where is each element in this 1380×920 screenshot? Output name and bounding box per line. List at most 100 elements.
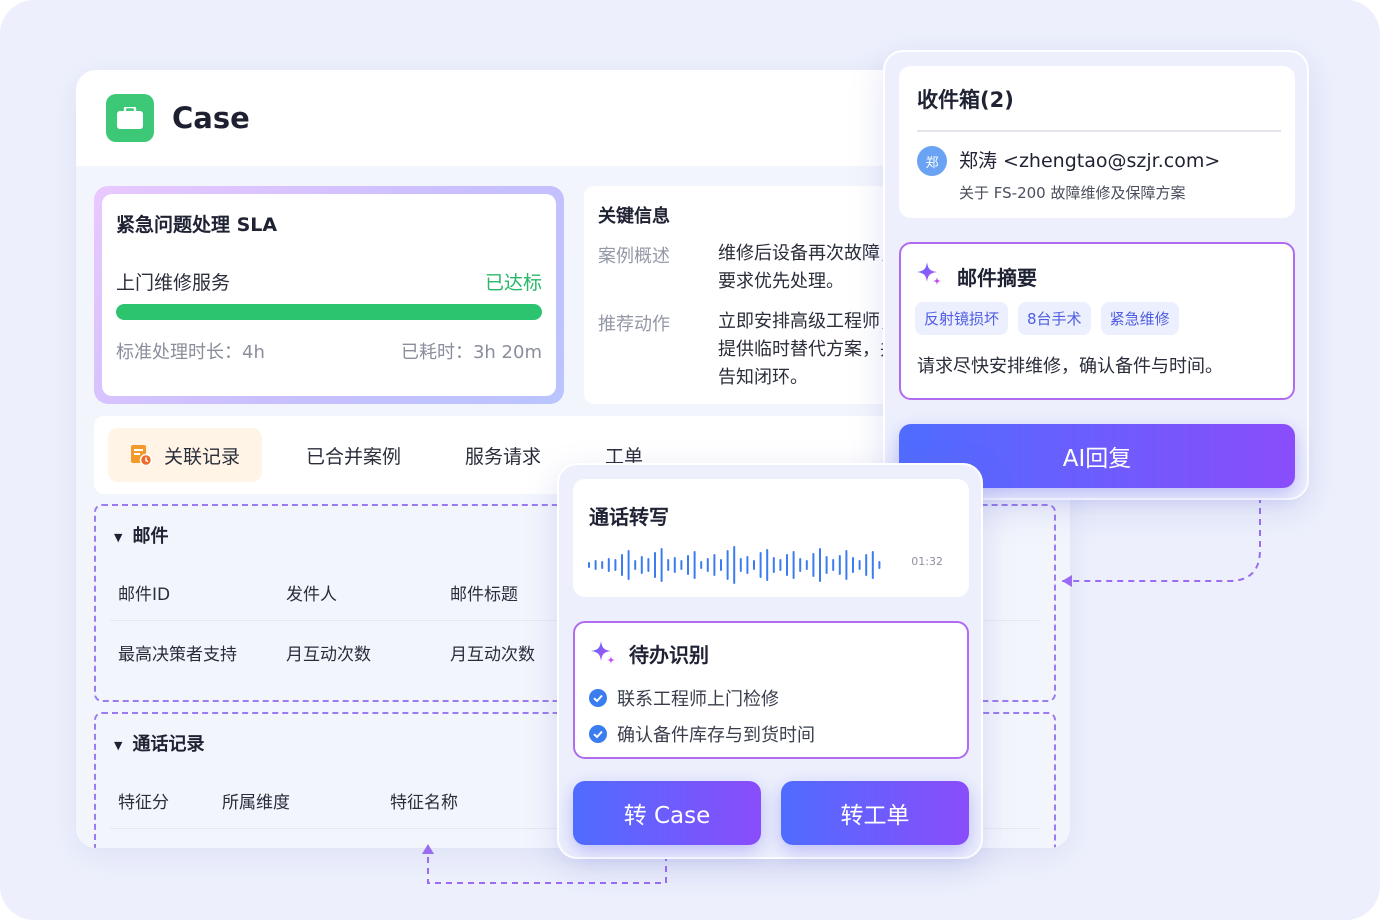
sla-standard-time: 标准处理时长：4h: [116, 342, 265, 363]
waveform-bar: [786, 554, 788, 576]
waveform-bar: [726, 550, 729, 580]
waveform-bar: [819, 548, 821, 582]
todo-item[interactable]: 确认备件库存与到货时间: [589, 721, 815, 747]
waveform-bar: [812, 553, 815, 577]
sla-title: 紧急问题处理 SLA: [116, 214, 278, 236]
waveform-bar: [878, 561, 881, 569]
waveform-bar: [766, 549, 769, 581]
summary-tags: 反射镜损坏 8台手术 紧急维修: [915, 302, 1179, 335]
key-info-title: 关键信息: [598, 206, 670, 227]
inbox-card: 收件箱(2) 郑 郑涛 <zhengtao@szjr.com> 关于 FS-20…: [899, 66, 1295, 218]
sla-used-time: 已耗时：3h 20m: [400, 342, 542, 363]
todo-item[interactable]: 联系工程师上门检修: [589, 685, 779, 711]
waveform-bar: [858, 560, 861, 570]
waveform-bar: [594, 560, 597, 570]
call-section-toggle[interactable]: ▼ 通话记录: [114, 730, 204, 756]
check-circle-icon: [589, 689, 607, 707]
waveform-bar: [746, 556, 749, 574]
canvas: Case 紧急问题处理 SLA 上门维修服务 已达标 标准处理时长：4h 已耗时…: [0, 0, 1380, 920]
waveform-bar: [832, 559, 835, 571]
summary-tag: 紧急维修: [1100, 302, 1179, 335]
inbox-title: 收件箱(2): [917, 88, 1014, 112]
waveform-bar: [865, 554, 868, 576]
waveform-bar: [654, 552, 656, 578]
column-header: 特征分: [118, 793, 169, 813]
tab-service-requests[interactable]: 服务请求: [433, 428, 573, 482]
waveform-bar: [852, 557, 854, 573]
check-circle-icon: [589, 725, 607, 743]
sla-progress-fill: [116, 304, 542, 320]
column-header: 所属维度: [222, 793, 290, 813]
tab-label: 关联记录: [164, 445, 241, 468]
waveform-bar: [614, 559, 617, 571]
case-title: Case: [172, 101, 250, 135]
audio-waveform: [588, 546, 881, 584]
column-header: 特征名称: [390, 793, 458, 813]
waveform-bar: [871, 551, 874, 579]
summary-title: 邮件摘要: [957, 266, 1037, 290]
waveform-bar: [706, 558, 709, 572]
caret-down-icon: ▼: [114, 738, 123, 752]
email-summary-card: 邮件摘要 反射镜损坏 8台手术 紧急维修 请求尽快安排维修，确认备件与时间。: [899, 242, 1295, 400]
waveform-bar: [845, 550, 848, 580]
divider: [917, 130, 1281, 132]
action-label: 推荐动作: [598, 314, 670, 335]
waveform-bar: [588, 562, 590, 568]
waveform-bar: [733, 546, 736, 584]
inbox-panel: 收件箱(2) 郑 郑涛 <zhengtao@szjr.com> 关于 FS-20…: [883, 50, 1309, 500]
summary-tag: 反射镜损坏: [915, 302, 1009, 335]
waveform-bar: [825, 556, 828, 574]
waveform-bar: [601, 561, 604, 569]
email-sender[interactable]: 郑涛 <zhengtao@szjr.com>: [959, 146, 1220, 173]
waveform-bar: [693, 551, 696, 579]
todo-card: 待办识别 联系工程师上门检修 确认备件库存与到货时间: [573, 621, 969, 759]
sla-service: 上门维修服务: [116, 272, 231, 294]
waveform-bar: [673, 557, 676, 573]
waveform-bar: [799, 558, 802, 572]
waveform-bar: [627, 550, 630, 580]
table-cell: 最高决策者支持: [118, 645, 237, 665]
waveform-bar: [687, 555, 689, 575]
summary-text: 请求尽快安排维修，确认备件与时间。: [917, 356, 1223, 377]
tab-related-records[interactable]: 关联记录: [108, 428, 263, 482]
summary-tag: 8台手术: [1018, 302, 1091, 335]
column-header: 邮件ID: [118, 585, 171, 605]
avatar: 郑: [917, 146, 947, 176]
email-subject[interactable]: 关于 FS-200 故障维修及保障方案: [959, 182, 1185, 203]
waveform-bar: [713, 554, 716, 576]
email-section-toggle[interactable]: ▼ 邮件: [114, 522, 168, 548]
sparkle-icon: [591, 641, 615, 664]
sla-progress-bar: [116, 304, 542, 320]
related-record-icon: [131, 445, 152, 466]
briefcase-icon: [106, 94, 154, 142]
waveform-bar: [634, 560, 637, 570]
table-cell: 月互动次数: [450, 645, 535, 665]
action-value: 立即安排高级工程师，提供临时替代方案，并告知闭环。: [718, 311, 898, 388]
sla-status-badge: 已达标: [484, 272, 542, 294]
waveform-bar: [700, 561, 703, 569]
waveform-bar: [667, 559, 670, 571]
waveform-bar: [759, 552, 762, 578]
waveform-bar: [739, 558, 742, 572]
sparkle-icon: [917, 262, 941, 285]
waveform-bar: [753, 560, 755, 570]
tab-merged-cases[interactable]: 已合并案例: [274, 428, 433, 482]
todo-title: 待办识别: [629, 643, 709, 667]
waveform-bar: [838, 555, 841, 575]
waveform-bar: [805, 560, 808, 570]
waveform-bar: [779, 559, 782, 571]
table-cell: 月互动次数: [286, 645, 371, 665]
call-title: 通话转写: [589, 505, 669, 529]
waveform-bar: [640, 556, 643, 574]
convert-to-ticket-button[interactable]: 转工单: [781, 781, 969, 845]
waveform-bar: [680, 560, 683, 570]
waveform-bar: [772, 557, 775, 573]
waveform-bar: [720, 559, 722, 571]
overview-value: 维修后设备再次故障，要求优先处理。: [718, 243, 898, 292]
convert-to-case-button[interactable]: 转 Case: [573, 781, 761, 845]
caret-down-icon: ▼: [114, 530, 123, 544]
column-header: 邮件标题: [450, 585, 518, 605]
call-duration: 01:32: [911, 555, 943, 568]
call-transcript-panel: 通话转写 01:32 待办识别 联系工程师上门检修 确认备件库存与到货时间 转 …: [557, 463, 983, 859]
waveform-bar: [647, 558, 650, 572]
